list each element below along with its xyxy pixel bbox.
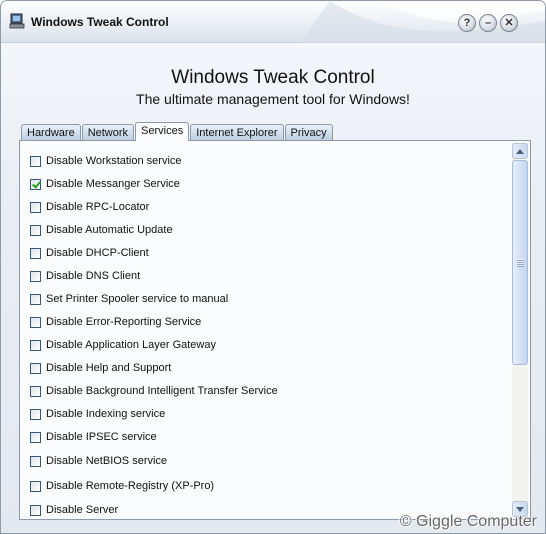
option-label: Disable Help and Support bbox=[46, 362, 172, 374]
minimize-button[interactable]: – bbox=[479, 14, 497, 32]
checkbox[interactable] bbox=[30, 316, 41, 328]
tab-internet-explorer[interactable]: Internet Explorer bbox=[190, 124, 284, 141]
option-disable-automatic-update[interactable]: Disable Automatic Update bbox=[30, 221, 173, 239]
option-disable-messanger[interactable]: Disable Messanger Service bbox=[30, 175, 180, 193]
tab-privacy[interactable]: Privacy bbox=[284, 124, 333, 141]
tab-network[interactable]: Network bbox=[81, 124, 135, 141]
checkbox[interactable] bbox=[30, 155, 41, 167]
close-button[interactable]: ✕ bbox=[500, 14, 518, 32]
tab-hardware[interactable]: Hardware bbox=[21, 124, 81, 141]
checkbox[interactable] bbox=[30, 224, 41, 236]
arrow-down-icon bbox=[516, 506, 524, 512]
close-icon: ✕ bbox=[504, 16, 514, 29]
checkbox[interactable] bbox=[30, 431, 41, 443]
services-list: Disable Workstation service Disable Mess… bbox=[20, 141, 512, 519]
option-label: Disable Automatic Update bbox=[46, 224, 173, 236]
checkbox-checked[interactable] bbox=[30, 178, 41, 190]
option-disable-rpc-locator[interactable]: Disable RPC-Locator bbox=[30, 198, 149, 216]
option-disable-alg[interactable]: Disable Application Layer Gateway bbox=[30, 336, 216, 354]
vertical-scrollbar[interactable] bbox=[512, 143, 528, 517]
option-disable-dns-client[interactable]: Disable DNS Client bbox=[30, 267, 140, 285]
option-disable-netbios[interactable]: Disable NetBIOS service bbox=[30, 452, 167, 470]
option-label: Disable NetBIOS service bbox=[46, 455, 168, 467]
option-disable-error-reporting[interactable]: Disable Error-Reporting Service bbox=[30, 313, 201, 331]
option-label: Set Printer Spooler service to manual bbox=[46, 293, 229, 305]
option-label: Disable Background Intelligent Transfer … bbox=[46, 385, 278, 397]
arrow-up-icon bbox=[516, 148, 524, 154]
checkbox[interactable] bbox=[30, 480, 41, 492]
watermark: © Giggle Computer bbox=[399, 513, 537, 530]
app-icon bbox=[9, 13, 25, 29]
option-disable-indexing[interactable]: Disable Indexing service bbox=[30, 405, 165, 423]
option-label: Disable DHCP-Client bbox=[46, 247, 149, 259]
checkbox[interactable] bbox=[30, 201, 41, 213]
option-disable-server[interactable]: Disable Server bbox=[30, 501, 118, 519]
option-label: Disable Application Layer Gateway bbox=[46, 339, 216, 351]
tab-services[interactable]: Services bbox=[135, 122, 190, 141]
option-disable-dhcp-client[interactable]: Disable DHCP-Client bbox=[30, 244, 149, 262]
option-printer-spooler-manual[interactable]: Set Printer Spooler service to manual bbox=[30, 290, 228, 308]
grip-icon bbox=[517, 259, 524, 267]
checkbox[interactable] bbox=[30, 293, 41, 305]
option-disable-help-support[interactable]: Disable Help and Support bbox=[30, 359, 171, 377]
checkbox[interactable] bbox=[30, 504, 41, 516]
page-title: Windows Tweak Control bbox=[171, 67, 375, 88]
checkbox[interactable] bbox=[30, 362, 41, 374]
app-window: Windows Tweak Control ? – ✕ Windows Twea… bbox=[0, 0, 546, 534]
checkbox[interactable] bbox=[30, 385, 41, 397]
option-disable-remote-registry[interactable]: Disable Remote-Registry (XP-Pro) bbox=[30, 477, 214, 495]
window-title: Windows Tweak Control bbox=[31, 15, 169, 29]
option-label: Disable DNS Client bbox=[46, 270, 141, 282]
option-label: Disable Error-Reporting Service bbox=[46, 316, 202, 328]
help-button[interactable]: ? bbox=[458, 14, 476, 32]
services-panel: Disable Workstation service Disable Mess… bbox=[19, 140, 531, 520]
scroll-up-button[interactable] bbox=[512, 143, 528, 159]
option-label: Disable Server bbox=[46, 504, 119, 516]
checkbox[interactable] bbox=[30, 339, 41, 351]
option-label: Disable Indexing service bbox=[46, 408, 166, 420]
option-disable-bits[interactable]: Disable Background Intelligent Transfer … bbox=[30, 382, 278, 400]
option-label: Disable Workstation service bbox=[46, 155, 182, 167]
option-disable-workstation[interactable]: Disable Workstation service bbox=[30, 152, 182, 170]
option-disable-ipsec[interactable]: Disable IPSEC service bbox=[30, 428, 157, 446]
page-subtitle: The ultimate management tool for Windows… bbox=[136, 91, 410, 107]
checkbox[interactable] bbox=[30, 247, 41, 259]
checkbox[interactable] bbox=[30, 455, 41, 467]
help-icon: ? bbox=[463, 16, 471, 29]
checkbox[interactable] bbox=[30, 408, 41, 420]
scrollbar-thumb[interactable] bbox=[512, 160, 528, 365]
option-label: Disable Messanger Service bbox=[46, 178, 180, 190]
option-label: Disable IPSEC service bbox=[46, 431, 157, 443]
option-label: Disable RPC-Locator bbox=[46, 201, 150, 213]
minimize-icon: – bbox=[484, 16, 492, 29]
title-bar[interactable]: Windows Tweak Control ? – ✕ bbox=[1, 1, 545, 43]
option-label: Disable Remote-Registry (XP-Pro) bbox=[46, 480, 215, 492]
tab-strip: Hardware Network Services Internet Explo… bbox=[21, 122, 334, 141]
checkbox[interactable] bbox=[30, 270, 41, 282]
